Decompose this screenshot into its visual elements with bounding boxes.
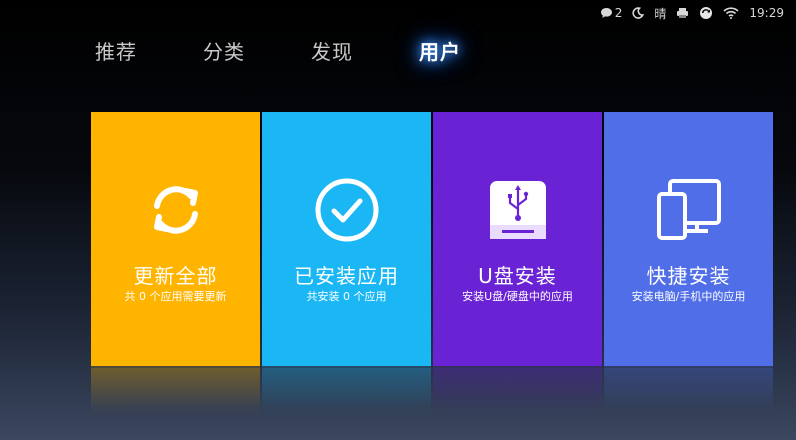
check-circle-icon [313, 176, 381, 244]
message-count: 2 [614, 6, 623, 20]
reflection-strip [604, 368, 773, 408]
card-subtitle: 共 0 个应用需要更新 [124, 290, 227, 303]
card-subtitle: 共安装 0 个应用 [306, 290, 387, 303]
moon-icon [632, 7, 645, 19]
usb-install-card[interactable]: U盘安装 安装U盘/硬盘中的应用 [433, 112, 602, 366]
tab-user[interactable]: 用户 [419, 36, 527, 68]
devices-icon [655, 176, 723, 244]
reflection-strip [433, 368, 602, 408]
weather-text: 晴 [654, 6, 667, 21]
usb-drive-icon [484, 176, 552, 244]
reflection-strip [262, 368, 431, 408]
card-subtitle: 安装U盘/硬盘中的应用 [462, 290, 573, 303]
update-all-card[interactable]: 更新全部 共 0 个应用需要更新 [91, 112, 260, 366]
card-reflections [91, 368, 773, 408]
card-title: U盘安装 [478, 264, 557, 288]
wifi-icon [723, 7, 739, 19]
user-cards: 更新全部 共 0 个应用需要更新 已安装应用 共安装 0 个应用 U盘安装 安装… [91, 112, 773, 366]
circular-arrow-icon [699, 6, 713, 20]
message-icon [600, 7, 613, 19]
reflection-strip [91, 368, 260, 408]
card-title: 已安装应用 [294, 264, 399, 288]
quick-install-card[interactable]: 快捷安装 安装电脑/手机中的应用 [604, 112, 773, 366]
refresh-icon [142, 176, 210, 244]
status-bar: 2 晴 19:29 [600, 4, 784, 22]
message-indicator: 2 [600, 6, 623, 20]
installed-apps-card[interactable]: 已安装应用 共安装 0 个应用 [262, 112, 431, 366]
card-subtitle: 安装电脑/手机中的应用 [631, 290, 746, 303]
tab-category[interactable]: 分类 [203, 36, 311, 68]
tab-discover[interactable]: 发现 [311, 36, 419, 68]
tab-recommend[interactable]: 推荐 [95, 36, 203, 68]
printer-icon [676, 7, 689, 19]
clock-time: 19:29 [749, 6, 784, 20]
top-tabs: 推荐 分类 发现 用户 [95, 36, 527, 68]
card-title: 更新全部 [133, 264, 218, 288]
card-title: 快捷安装 [646, 264, 731, 288]
